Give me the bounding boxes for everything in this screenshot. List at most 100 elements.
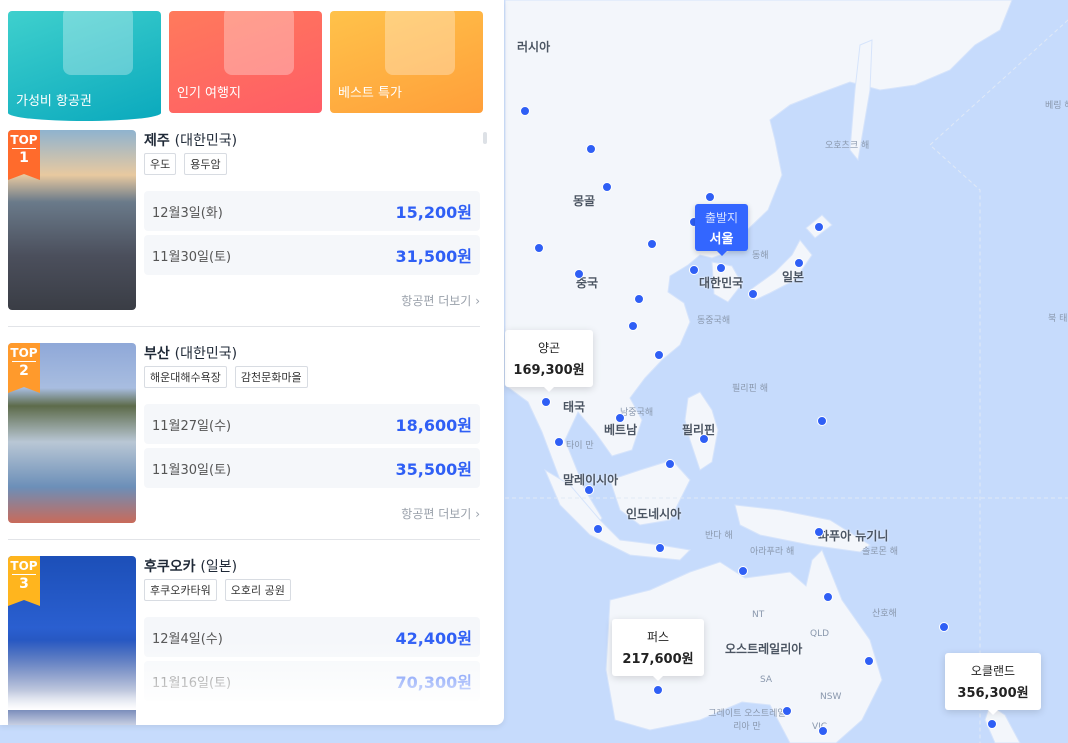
destination-title[interactable]: 후쿠오카 (일본) — [144, 556, 237, 576]
destination-dot[interactable] — [655, 543, 665, 553]
country-label: 베트남 — [604, 423, 638, 437]
origin-city: 서울 — [709, 232, 734, 247]
destination-dot[interactable] — [541, 397, 551, 407]
country-label: 파푸아 뉴기니 — [818, 529, 889, 543]
destination-dot[interactable] — [602, 182, 612, 192]
country-label: 일본 — [782, 270, 805, 284]
banner-label: 베스트 특가 — [338, 86, 402, 101]
destination-dot[interactable] — [554, 437, 564, 447]
destination-dot[interactable] — [586, 144, 596, 154]
attraction-tag[interactable]: 우도 — [144, 153, 177, 175]
destination-dot[interactable] — [699, 434, 709, 444]
destination-dot[interactable] — [823, 592, 833, 602]
destination-dot[interactable] — [584, 485, 594, 495]
attraction-tag[interactable]: 오호리 공원 — [224, 579, 291, 601]
destination-dot[interactable] — [615, 413, 625, 423]
more-flights-link[interactable]: 항공편 더보기 › — [401, 292, 480, 309]
destination-dot[interactable] — [782, 706, 792, 716]
destination-dot[interactable] — [987, 719, 997, 729]
destination-dot[interactable] — [520, 106, 530, 116]
fare-row[interactable]: 12월4일(수) 42,400원 — [144, 617, 480, 657]
fare-price: 15,200원 — [395, 203, 472, 222]
destination-dot[interactable] — [814, 222, 824, 232]
country-label: 몽골 — [573, 194, 596, 208]
destination-title[interactable]: 부산 (대한민국) — [144, 343, 237, 363]
destination-card[interactable]: TOP 1 제주 (대한민국) 우도 용두암 12월3일(화) 15,200원 11월3… — [8, 130, 480, 310]
region-label: SA — [760, 675, 773, 685]
destination-dot[interactable] — [634, 294, 644, 304]
fare-date: 12월4일(수) — [152, 631, 223, 647]
country-label: 러시아 — [517, 40, 551, 54]
rank-badge: TOP 1 — [8, 130, 40, 180]
attraction-tag[interactable]: 후쿠오카타워 — [144, 579, 217, 601]
rank-badge: TOP 2 — [8, 343, 40, 393]
banner-popular-destinations[interactable]: 인기 여행지 — [169, 11, 322, 113]
destination-dot[interactable] — [794, 258, 804, 268]
destination-dot[interactable] — [593, 524, 603, 534]
divider — [8, 326, 480, 327]
destination-panel: 가성비 항공권 인기 여행지 베스트 특가 TOP 1 제주 (대한민국) 우도 용… — [0, 0, 504, 725]
scrollbar[interactable] — [483, 132, 487, 144]
tip-city: 오클랜드 — [970, 664, 1016, 678]
destination-card[interactable]: TOP 2 부산 (대한민국) 해운대해수욕장 감천문화마을 11월27일(수) 18… — [8, 343, 480, 523]
country-label: 필리핀 — [682, 423, 716, 437]
sea-label: 필리핀 해 — [732, 384, 768, 394]
chevron-right-icon: › — [475, 294, 480, 308]
destination-dot[interactable] — [817, 416, 827, 426]
destination-dot[interactable] — [864, 656, 874, 666]
destination-photo: TOP 1 — [8, 130, 136, 310]
destination-dot[interactable] — [818, 726, 828, 736]
trophy-cup-icon — [224, 11, 294, 75]
banner-value-flights[interactable]: 가성비 항공권 — [8, 11, 161, 121]
destination-dot[interactable] — [574, 269, 584, 279]
attraction-tag[interactable]: 용두암 — [184, 153, 227, 175]
fare-date: 11월30일(토) — [152, 249, 232, 265]
more-flights-link[interactable]: 항공편 더보기 › — [401, 505, 480, 522]
attraction-tag[interactable]: 해운대해수욕장 — [144, 366, 227, 388]
destination-photo: TOP 2 — [8, 343, 136, 523]
destination-dot[interactable] — [814, 527, 824, 537]
fare-row[interactable]: 11월30일(토) 31,500원 — [144, 235, 480, 275]
fare-row[interactable]: 11월27일(수) 18,600원 — [144, 404, 480, 444]
destination-dot[interactable] — [716, 263, 726, 273]
destination-dot[interactable] — [534, 243, 544, 253]
fare-row[interactable]: 12월3일(화) 15,200원 — [144, 191, 480, 231]
sea-label: 베링 해 — [1045, 101, 1068, 111]
destination-dot[interactable] — [628, 321, 638, 331]
banner-best-deals[interactable]: 베스트 특가 — [330, 11, 483, 113]
destination-title[interactable]: 제주 (대한민국) — [144, 130, 237, 150]
chevron-right-icon: › — [475, 507, 480, 521]
fare-date: 11월30일(토) — [152, 462, 232, 478]
country-label: 인도네시아 — [626, 507, 682, 521]
destination-dot[interactable] — [705, 192, 715, 202]
fare-row[interactable]: 11월16일(토) 70,300원 — [144, 661, 480, 701]
origin-marker[interactable]: 출발지 서울 — [695, 204, 748, 256]
sea-label: 아라푸라 해 — [750, 547, 795, 557]
price-tip-yangon[interactable]: 양곤 169,300원 — [505, 330, 593, 392]
destination-dot[interactable] — [689, 265, 699, 275]
country-label: 태국 — [563, 400, 586, 414]
fare-row[interactable]: 11월30일(토) 35,500원 — [144, 448, 480, 488]
tip-price: 217,600원 — [622, 652, 694, 667]
destination-dot[interactable] — [939, 622, 949, 632]
destination-dot[interactable] — [647, 239, 657, 249]
price-tip-perth[interactable]: 퍼스 217,600원 — [612, 619, 704, 681]
sea-label: 그레이트 오스트레일리아 만 — [708, 709, 786, 732]
destination-dot[interactable] — [665, 459, 675, 469]
destination-dot[interactable] — [653, 685, 663, 695]
sea-label: 타이 만 — [566, 441, 594, 451]
fare-date: 11월27일(수) — [152, 418, 232, 434]
destination-dot[interactable] — [748, 289, 758, 299]
sea-label: 동해 — [752, 251, 769, 261]
attraction-tag[interactable]: 감천문화마을 — [234, 366, 308, 388]
destination-dot[interactable] — [738, 566, 748, 576]
origin-label: 출발지 — [704, 211, 739, 225]
destination-photo: TOP 3 — [8, 556, 136, 725]
destination-card[interactable]: TOP 3 후쿠오카 (일본) 후쿠오카타워 오호리 공원 12월4일(수) 42,4… — [8, 556, 480, 725]
divider — [8, 539, 480, 540]
destination-dot[interactable] — [654, 350, 664, 360]
fare-price: 35,500원 — [395, 460, 472, 479]
price-tip-auckland[interactable]: 오클랜드 356,300원 — [945, 653, 1041, 715]
banner-label: 인기 여행지 — [177, 86, 241, 101]
sea-label: 북 태 — [1048, 314, 1068, 324]
